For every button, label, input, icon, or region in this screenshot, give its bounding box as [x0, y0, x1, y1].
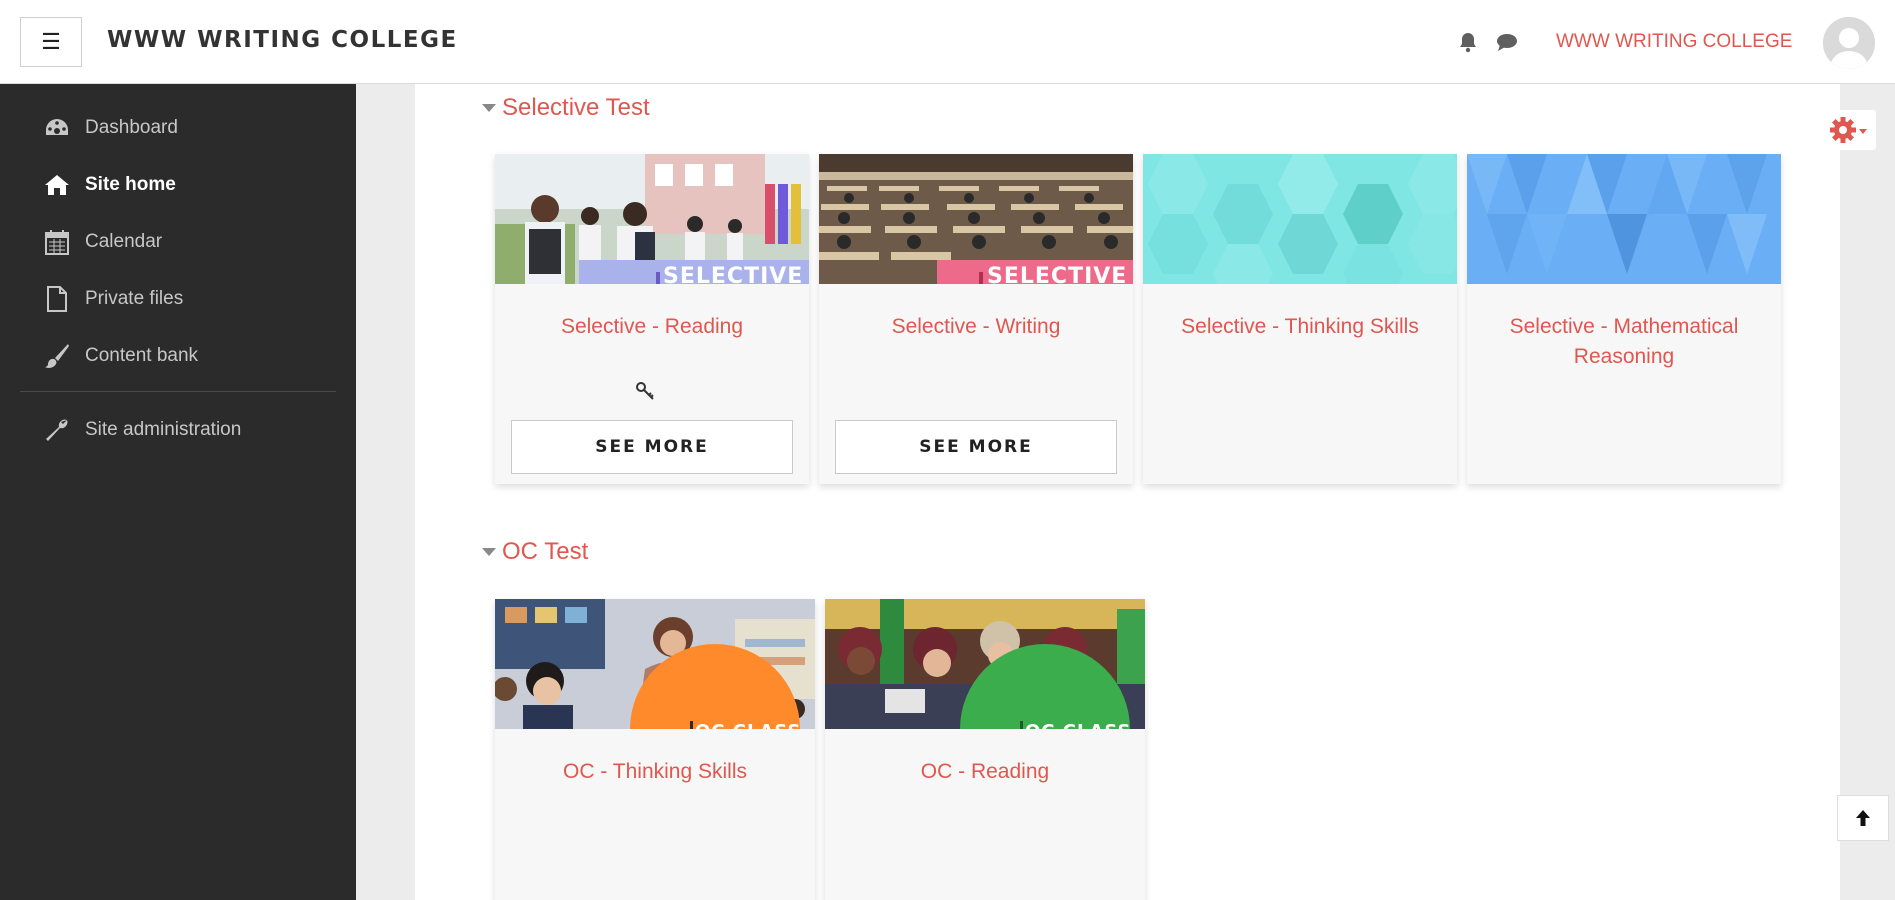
course-image[interactable]: SELECTIVE [819, 154, 1133, 284]
image-banner-text: OC CLASS [1025, 721, 1132, 729]
sidebar-item-private-files[interactable]: Private files [44, 279, 344, 319]
sidebar-item-site-administration[interactable]: Site administration [44, 410, 344, 450]
course-title-link[interactable]: OC - Reading [835, 757, 1135, 787]
calendar-icon [44, 229, 70, 255]
caret-down-icon [482, 548, 496, 556]
sidebar-item-label: Content bank [85, 345, 199, 366]
course-card: OC CLASS OC - Reading [825, 599, 1145, 900]
arrow-up-icon [1856, 810, 1870, 826]
course-image[interactable]: OC CLASS [495, 599, 815, 729]
see-more-button[interactable]: SEE MORE [511, 420, 793, 474]
message-icon[interactable] [1495, 30, 1519, 54]
course-title-link[interactable]: Selective - Reading [505, 312, 799, 342]
hamburger-menu-button[interactable]: ☰ [20, 17, 82, 67]
sidebar-item-label: Dashboard [85, 117, 178, 138]
home-icon [44, 172, 70, 198]
course-title-link[interactable]: Selective - Writing [829, 312, 1123, 342]
bell-icon[interactable] [1456, 30, 1480, 54]
sidebar-item-label: Private files [85, 288, 184, 309]
user-menu-link[interactable]: WWW WRITING COLLEGE [1556, 31, 1792, 53]
back-to-top-button[interactable] [1837, 795, 1889, 841]
wrench-icon [44, 417, 70, 443]
section-title: Selective Test [502, 94, 650, 121]
course-title-link[interactable]: Selective - Mathematical Reasoning [1477, 312, 1771, 372]
course-card: OC CLASS OC - Thinking Skills [495, 599, 815, 900]
hamburger-icon: ☰ [41, 29, 61, 54]
course-image[interactable] [1143, 154, 1457, 284]
course-image[interactable]: SELECTIVE [495, 154, 809, 284]
main-content: Selective Test SELECTIVE Selective - Rea… [415, 84, 1840, 900]
caret-down-icon [482, 104, 496, 112]
sidebar: Dashboard Site home Calendar Private fil… [0, 84, 356, 900]
sidebar-item-site-home[interactable]: Site home [44, 165, 344, 205]
sidebar-item-label: Site home [85, 174, 176, 195]
image-banner-text: SELECTIVE [987, 264, 1128, 284]
section-oc-test-toggle[interactable]: OC Test [482, 538, 588, 566]
course-image[interactable] [1467, 154, 1781, 284]
sidebar-item-dashboard[interactable]: Dashboard [44, 108, 344, 148]
course-card: Selective - Thinking Skills [1143, 154, 1457, 484]
page-actions-menu[interactable] [1822, 110, 1876, 150]
see-more-button[interactable]: SEE MORE [835, 420, 1117, 474]
brush-icon [44, 343, 70, 369]
sidebar-item-label: Site administration [85, 419, 242, 440]
key-icon [635, 381, 655, 406]
sidebar-divider [20, 391, 336, 392]
sidebar-item-label: Calendar [85, 231, 163, 252]
course-card: SELECTIVE Selective - Writing SEE MORE [819, 154, 1133, 484]
section-selective-test-toggle[interactable]: Selective Test [482, 94, 650, 122]
sidebar-item-content-bank[interactable]: Content bank [44, 336, 344, 376]
top-navbar: ☰ WWW WRITING COLLEGE WWW WRITING COLLEG… [0, 0, 1895, 84]
section-title: OC Test [502, 538, 589, 565]
site-name[interactable]: WWW WRITING COLLEGE [107, 27, 458, 53]
avatar[interactable] [1823, 17, 1875, 69]
dashboard-icon [44, 115, 70, 141]
course-card: Selective - Mathematical Reasoning [1467, 154, 1781, 484]
course-title-link[interactable]: Selective - Thinking Skills [1153, 312, 1447, 342]
file-icon [44, 286, 70, 312]
user-avatar-icon [1823, 17, 1875, 69]
image-banner-text: OC CLASS [695, 721, 802, 729]
course-title-link[interactable]: OC - Thinking Skills [505, 757, 805, 787]
course-image[interactable]: OC CLASS [825, 599, 1145, 729]
course-card: SELECTIVE Selective - Reading SEE MORE [495, 154, 809, 484]
gear-icon [1830, 117, 1867, 143]
sidebar-item-calendar[interactable]: Calendar [44, 222, 344, 262]
image-banner-text: SELECTIVE [663, 264, 804, 284]
